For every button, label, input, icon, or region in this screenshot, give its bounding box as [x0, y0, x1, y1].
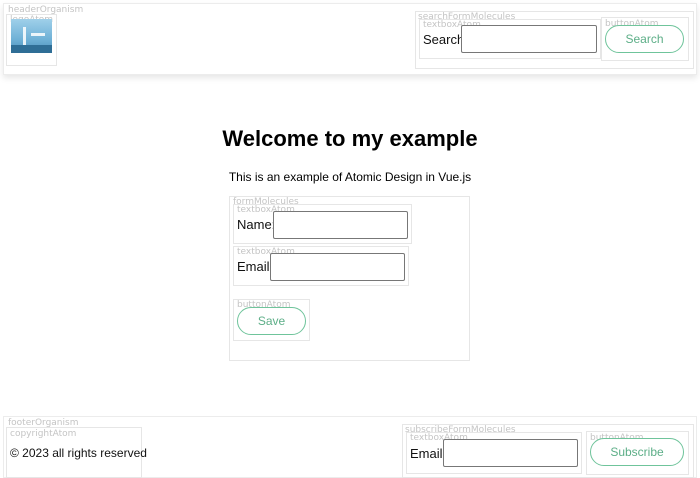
name-label: Name: [237, 217, 276, 232]
search-button[interactable]: Search [605, 25, 684, 53]
name-input[interactable] [273, 211, 408, 239]
copyright-text: © 2023 all rights reserved [10, 446, 147, 460]
email-label: Email: [237, 259, 274, 274]
subscribe-email-label: Email: [410, 446, 447, 461]
subscribe-email-input[interactable] [443, 439, 578, 467]
subscribe-button[interactable]: Subscribe [590, 438, 684, 466]
logo-image[interactable] [11, 19, 52, 53]
page-title: Welcome to my example [222, 126, 478, 151]
page-subtitle: This is an example of Atomic Design in V… [228, 170, 472, 184]
search-input[interactable] [461, 25, 597, 53]
copyright-atom-tag: copyrightAtom [10, 429, 77, 439]
email-input[interactable] [270, 253, 405, 281]
save-button[interactable]: Save [237, 307, 306, 335]
